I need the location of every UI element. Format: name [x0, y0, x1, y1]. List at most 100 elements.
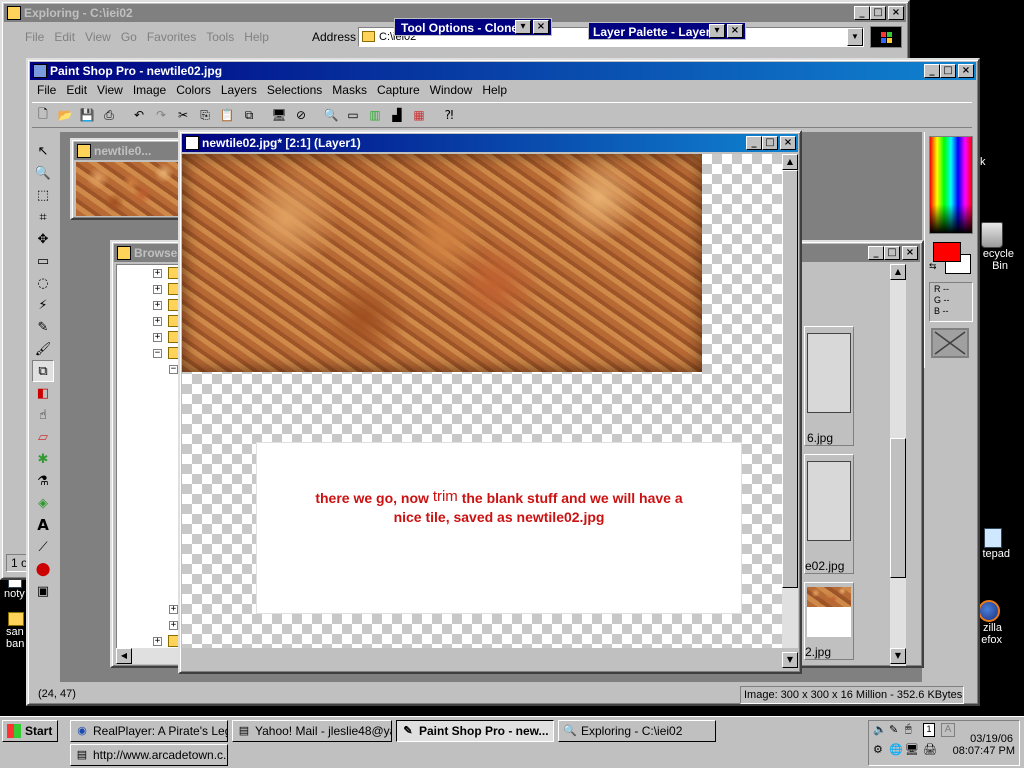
menu-capture[interactable]: Capture: [372, 81, 425, 99]
taskbar-item-arcadetown[interactable]: ▤ http://www.arcadetown.c...: [70, 744, 228, 766]
volume-icon[interactable]: 🔈: [873, 723, 887, 736]
undo-icon[interactable]: ↶: [128, 104, 150, 126]
mover-tool-icon[interactable]: ✥: [32, 228, 54, 250]
eraser-tool-icon[interactable]: ▱: [32, 426, 54, 448]
selection-tool-icon[interactable]: ▭: [32, 250, 54, 272]
menu-arrow-icon[interactable]: ▾: [515, 20, 531, 34]
menu-edit[interactable]: Edit: [49, 28, 80, 46]
start-button[interactable]: Start: [2, 720, 58, 742]
picture-tube-icon[interactable]: ✱: [32, 448, 54, 470]
color-palette-icon[interactable]: ▥: [364, 104, 386, 126]
scroll-down-icon[interactable]: ▼: [782, 652, 798, 668]
crop-tool-icon[interactable]: ⌗: [32, 206, 54, 228]
foreground-color-swatch[interactable]: [933, 242, 961, 262]
menu-favorites[interactable]: Favorites: [142, 28, 201, 46]
scroll-left-icon[interactable]: ◀: [116, 648, 132, 664]
shape-tool-icon[interactable]: ⬤: [32, 558, 54, 580]
lasso-tool-icon[interactable]: ◌: [32, 272, 54, 294]
time-text[interactable]: 08:07:47 PM: [953, 745, 1015, 757]
tool-palette-icon[interactable]: ▭: [342, 104, 364, 126]
minimize-icon[interactable]: _: [868, 246, 884, 260]
document-canvas[interactable]: there we go, now trim the blank stuff an…: [182, 154, 782, 648]
menu-arrow-icon[interactable]: ▾: [709, 24, 725, 38]
close-icon[interactable]: ×: [533, 20, 549, 34]
tray-icon-2[interactable]: ⚙: [873, 743, 883, 756]
tray-app-icon[interactable]: ✎: [889, 723, 898, 736]
help-icon[interactable]: ⁈: [438, 104, 460, 126]
save-icon[interactable]: 💾: [76, 104, 98, 126]
dropper-tool-icon[interactable]: ✎: [32, 316, 54, 338]
tray-icon-3[interactable]: 🌐: [889, 743, 903, 756]
browse-thumb-2[interactable]: e02.jpg: [804, 454, 854, 574]
redo-icon[interactable]: ↷: [150, 104, 172, 126]
browse-scroll-thumb[interactable]: [890, 438, 906, 578]
menu-file[interactable]: File: [32, 81, 61, 99]
desktop-folder-icon[interactable]: san ban: [0, 612, 26, 650]
style-swatch-icon[interactable]: [931, 328, 969, 358]
scroll-down-icon[interactable]: ▼: [890, 648, 906, 664]
new-icon[interactable]: 🗋: [32, 104, 54, 126]
tray-icon-4[interactable]: 🖥: [905, 743, 919, 756]
menu-go[interactable]: Go: [116, 28, 142, 46]
menu-tools[interactable]: Tools: [201, 28, 239, 46]
histogram-icon[interactable]: ▟: [386, 104, 408, 126]
tree-row[interactable]: −: [153, 345, 179, 361]
close-icon[interactable]: ×: [902, 246, 918, 260]
maximize-icon[interactable]: □: [870, 6, 886, 20]
maximize-icon[interactable]: □: [884, 246, 900, 260]
tray-icon-5[interactable]: 🖨: [923, 743, 937, 756]
zoom-icon[interactable]: 🔍: [320, 104, 342, 126]
close-icon[interactable]: ×: [727, 24, 743, 38]
cut-icon[interactable]: ✂: [172, 104, 194, 126]
tool-options-palette[interactable]: Tool Options - Clone ▾ ×: [394, 18, 552, 36]
tree-row[interactable]: +: [153, 313, 179, 329]
menu-window[interactable]: Window: [425, 81, 478, 99]
text-tool-icon[interactable]: A: [32, 514, 54, 536]
tree-row[interactable]: +: [153, 633, 179, 649]
menu-help[interactable]: Help: [239, 28, 274, 46]
flood-fill-icon[interactable]: ◈: [32, 492, 54, 514]
browse-icon[interactable]: 🖥: [268, 104, 290, 126]
tree-row[interactable]: +: [153, 297, 179, 313]
taskbar-item-yahoo[interactable]: ▤ Yahoo! Mail - jleslie48@ya...: [232, 720, 392, 742]
menu-image[interactable]: Image: [128, 81, 171, 99]
tree-row[interactable]: +: [169, 617, 178, 633]
document-window[interactable]: newtile02.jpg* [2:1] (Layer1) _ □ × ther…: [178, 130, 802, 674]
paste-layer-icon[interactable]: ⧉: [238, 104, 260, 126]
tree-row[interactable]: −: [169, 361, 178, 377]
retouch-tool-icon[interactable]: ☝: [32, 404, 54, 426]
print-icon[interactable]: ⎙: [98, 104, 120, 126]
tree-row[interactable]: +: [153, 329, 179, 345]
menu-file[interactable]: File: [20, 28, 49, 46]
mouse-icon[interactable]: 🖱: [905, 723, 912, 736]
menu-edit[interactable]: Edit: [61, 81, 92, 99]
taskbar-item-paintshop[interactable]: ✎ Paint Shop Pro - new...: [396, 720, 554, 742]
language-icon[interactable]: A: [941, 723, 955, 737]
paste-icon[interactable]: 📋: [216, 104, 238, 126]
zoom-tool-icon[interactable]: 🔍: [32, 162, 54, 184]
menu-selections[interactable]: Selections: [262, 81, 327, 99]
menu-masks[interactable]: Masks: [327, 81, 372, 99]
draw-tool-icon[interactable]: ▣: [32, 580, 54, 602]
open-icon[interactable]: 📂: [54, 104, 76, 126]
capture-icon[interactable]: ⊘: [290, 104, 312, 126]
color-replacer-icon[interactable]: ◧: [32, 382, 54, 404]
minimize-icon[interactable]: _: [746, 136, 762, 150]
scroll-up-icon[interactable]: ▲: [782, 154, 798, 170]
browse-thumb-3[interactable]: 2.jpg: [804, 582, 854, 660]
tree-row[interactable]: +: [153, 281, 179, 297]
menu-view[interactable]: View: [80, 28, 116, 46]
menu-colors[interactable]: Colors: [171, 81, 216, 99]
network-icon[interactable]: 1: [923, 723, 935, 737]
psp-title-bar[interactable]: Paint Shop Pro - newtile02.jpg _ □ ×: [30, 62, 976, 80]
thumbnail-title-bar[interactable]: newtile0...: [74, 142, 186, 160]
deform-tool-icon[interactable]: ⬚: [32, 184, 54, 206]
taskbar-item-explorer[interactable]: 🔍 Exploring - C:\iei02: [558, 720, 716, 742]
copy-icon[interactable]: ⎘: [194, 104, 216, 126]
thumbnail-window[interactable]: newtile0...: [70, 138, 190, 220]
document-title-bar[interactable]: newtile02.jpg* [2:1] (Layer1) _ □ ×: [182, 134, 798, 152]
chevron-down-icon[interactable]: ▼: [847, 28, 863, 46]
swap-colors-icon[interactable]: ⇆: [929, 262, 937, 272]
menu-help[interactable]: Help: [477, 81, 512, 99]
minimize-icon[interactable]: _: [924, 64, 940, 78]
